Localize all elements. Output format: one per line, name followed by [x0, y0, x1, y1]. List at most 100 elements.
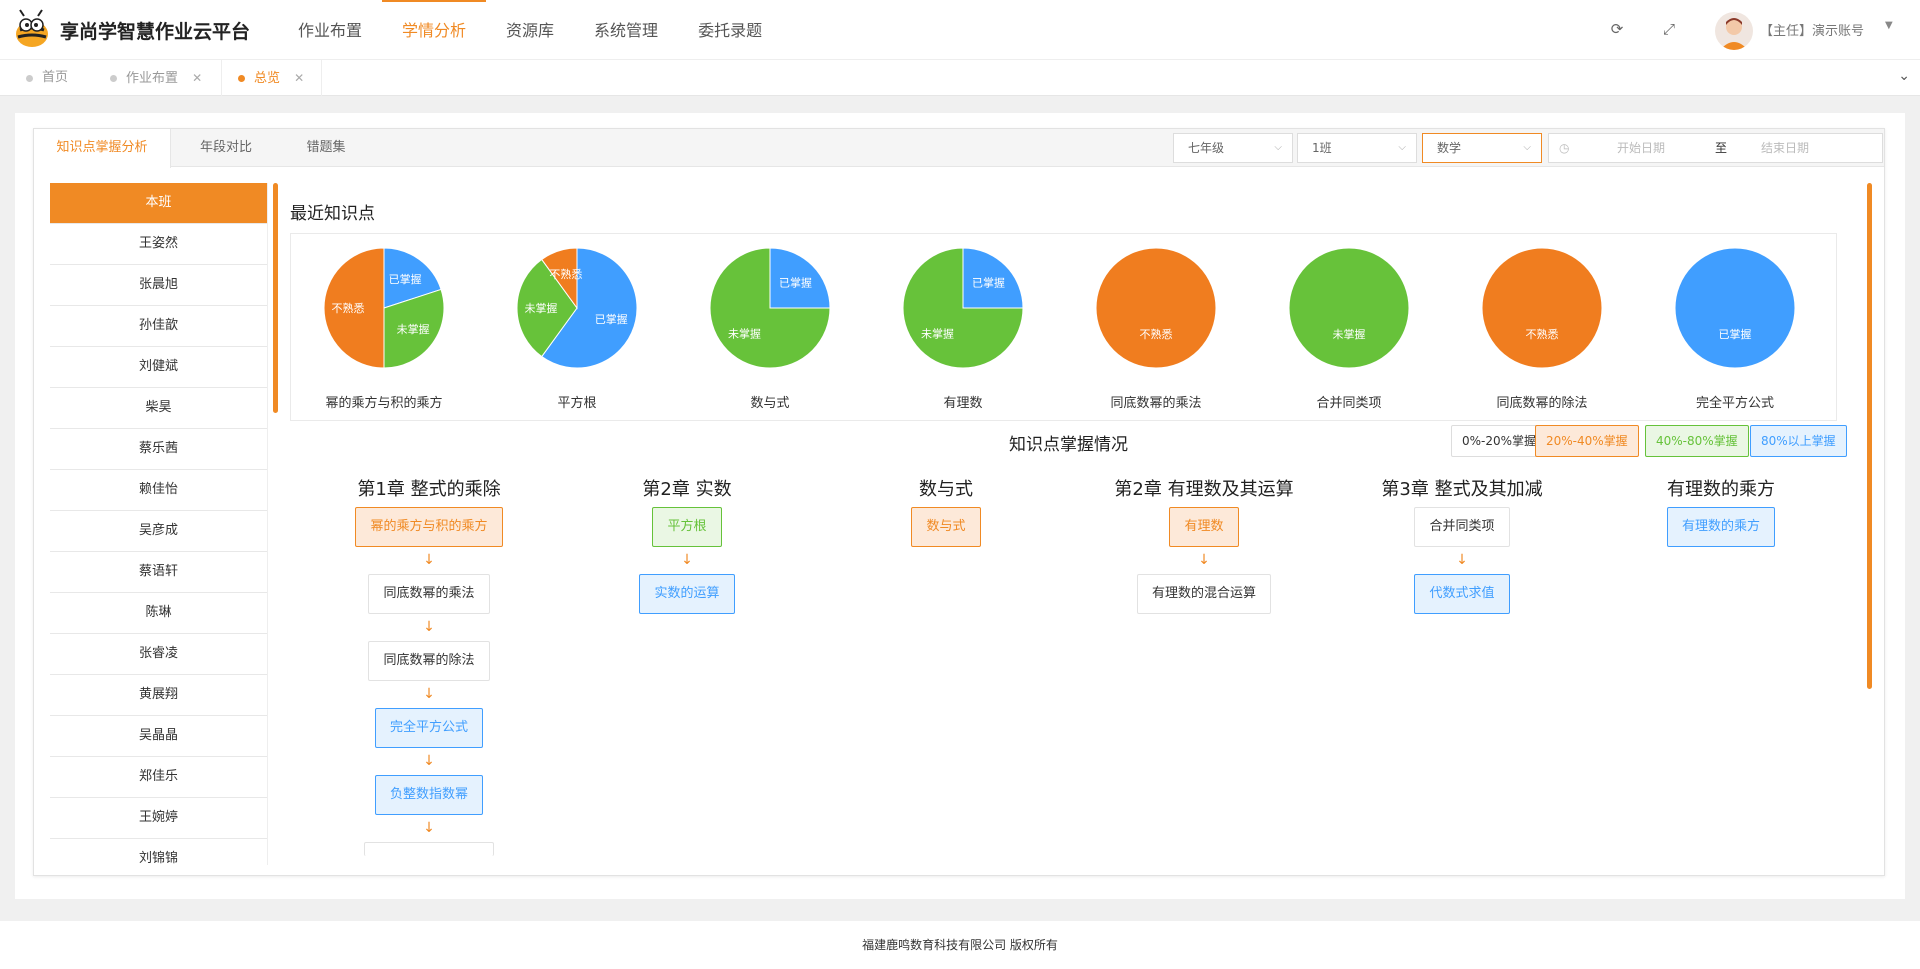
- student-item[interactable]: 蔡乐茜: [50, 429, 267, 470]
- knowledge-point[interactable]: 负整数指数幂: [374, 775, 483, 815]
- student-item[interactable]: 刘锦锦: [50, 839, 267, 865]
- knowledge-point[interactable]: 有理数: [1169, 507, 1239, 547]
- student-item[interactable]: 张晨旭: [50, 265, 267, 306]
- pie-svg: 不熟悉: [1096, 248, 1216, 368]
- knowledge-point[interactable]: 合并同类项: [1414, 507, 1510, 547]
- knowledge-point[interactable]: 同底数幂的乘法: [368, 574, 490, 614]
- subject-select-value: 数学: [1437, 141, 1462, 155]
- knowledge-point[interactable]: 实数的运算: [639, 574, 735, 614]
- student-list-scrollbar[interactable]: [273, 183, 278, 413]
- pie-caption: 合并同类项: [1316, 396, 1382, 411]
- student-item[interactable]: 郑佳乐: [50, 757, 267, 798]
- student-item[interactable]: 黄展翔: [50, 675, 267, 716]
- arrow-down-icon: ↓: [423, 686, 435, 702]
- pie-slice-label: 未掌握: [525, 301, 558, 315]
- class-select[interactable]: 1班 ⌵: [1297, 133, 1417, 163]
- student-item[interactable]: 吴彦成: [50, 511, 267, 552]
- student-item[interactable]: 柴昊: [50, 388, 267, 429]
- knowledge-point[interactable]: 数与式: [911, 507, 981, 547]
- grade-select[interactable]: 七年级 ⌵: [1173, 133, 1293, 163]
- pie-svg: 未掌握: [1289, 248, 1409, 368]
- pie-caption: 平方根: [557, 396, 597, 411]
- knowledge-point[interactable]: 幂的乘方与积的乘方: [355, 507, 503, 547]
- chapter-title: 第2章 实数: [642, 479, 732, 500]
- student-item[interactable]: 陈琳: [50, 593, 267, 634]
- tab-knowledge-analysis[interactable]: 知识点掌握分析: [34, 129, 171, 168]
- pie-slice-unfamiliar: [1482, 248, 1602, 368]
- student-list: 本班 王姿然 张晨旭 孙佳歆 刘健斌 柴昊 蔡乐茜 赖佳怡 吴彦成 蔡语轩 陈琳 张睿凌 黄展翔 吴晶晶郑…: [50, 183, 268, 865]
- refresh-icon[interactable]: ⟳: [1608, 20, 1626, 38]
- student-item[interactable]: 王婉婷: [50, 798, 267, 839]
- content-background: 知识点掌握分析 年段对比 错题集 七年级 ⌵ 1班 ⌵ 数学 ⌵ ◷ 开始日期: [0, 96, 1920, 921]
- content-panel: 知识点掌握分析 年段对比 错题集 七年级 ⌵ 1班 ⌵ 数学 ⌵ ◷ 开始日期: [15, 113, 1905, 899]
- subject-select[interactable]: 数学 ⌵: [1422, 133, 1542, 163]
- topnav-item-1[interactable]: 学情分析: [382, 0, 487, 60]
- pie-chart: 已掌握 完全平方公式: [1650, 244, 1820, 414]
- chevron-down-icon: ⌵: [1523, 142, 1531, 153]
- avatar[interactable]: [1715, 12, 1753, 50]
- tab-grade-compare[interactable]: 年段对比: [171, 129, 281, 167]
- pie-caption: 同底数幂的乘法: [1110, 396, 1202, 411]
- mastery-title: 知识点掌握情况: [1009, 435, 1128, 455]
- legend-item: 0%-20%掌握: [1451, 425, 1548, 457]
- tab-overview[interactable]: 总览 ✕: [226, 60, 322, 96]
- start-date-input[interactable]: 开始日期: [1617, 134, 1665, 162]
- chapter-column: 有理数的乘方 有理数的乘方: [1591, 475, 1851, 547]
- date-range-picker[interactable]: ◷ 开始日期 至 结束日期: [1548, 133, 1883, 163]
- tab-dot-icon: [238, 75, 245, 82]
- tab-dot-icon: [110, 75, 117, 82]
- tab-assignment[interactable]: 作业布置 ✕: [98, 60, 222, 96]
- chevron-down-icon[interactable]: ⌄: [1898, 68, 1910, 84]
- pie-chart: 不熟悉 同底数幂的除法: [1457, 244, 1627, 414]
- knowledge-point[interactable]: 完全平方公式: [374, 708, 483, 748]
- top-header: 享尚学智慧作业云平台 作业布置 学情分析 资源库 系统管理 委托录题 ⟳ ⤢ 【主任】演…: [0, 0, 1920, 60]
- topnav-item-2[interactable]: 资源库: [486, 0, 574, 60]
- knowledge-point[interactable]: [364, 842, 494, 856]
- user-name[interactable]: 【主任】演示账号: [1760, 20, 1864, 39]
- student-item[interactable]: 王姿然: [50, 224, 267, 265]
- knowledge-point[interactable]: 有理数的乘方: [1666, 507, 1775, 547]
- topnav-item-0[interactable]: 作业布置: [278, 0, 382, 60]
- pie-caption: 完全平方公式: [1695, 396, 1774, 411]
- close-icon[interactable]: ✕: [294, 71, 304, 85]
- student-item[interactable]: 蔡语轩: [50, 552, 267, 593]
- student-item-class[interactable]: 本班: [50, 183, 267, 224]
- pie-slice-unfamiliar: [1096, 248, 1216, 368]
- analysis-tabs: 知识点掌握分析 年段对比 错题集 七年级 ⌵ 1班 ⌵ 数学 ⌵ ◷ 开始日期: [34, 129, 1884, 168]
- arrow-down-icon: ↓: [423, 552, 435, 568]
- grade-select-value: 七年级: [1188, 141, 1225, 155]
- end-date-input[interactable]: 结束日期: [1761, 134, 1809, 162]
- main-scrollbar[interactable]: [1867, 183, 1872, 689]
- topnav-item-4[interactable]: 委托录题: [678, 0, 782, 60]
- pie-slice-label: 未掌握: [397, 322, 430, 336]
- pie-chart: 已掌握 未掌握 数与式: [685, 244, 855, 414]
- chapter-column: 第2章 实数 平方根 ↓ 实数的运算: [557, 475, 817, 614]
- student-item[interactable]: 孙佳歆: [50, 306, 267, 347]
- knowledge-point[interactable]: 代数式求值: [1414, 574, 1510, 614]
- student-item[interactable]: 吴晶晶: [50, 716, 267, 757]
- chapter-title: 第1章 整式的乘除: [357, 479, 501, 500]
- chapter-column: 第2章 有理数及其运算 有理数 ↓ 有理数的混合运算: [1074, 475, 1334, 614]
- student-item[interactable]: 张睿凌: [50, 634, 267, 675]
- tab-label: 首页: [42, 70, 69, 85]
- student-item[interactable]: 赖佳怡: [50, 470, 267, 511]
- clock-icon: ◷: [1559, 141, 1570, 155]
- knowledge-point[interactable]: 平方根: [652, 507, 722, 547]
- pie-chart: 已掌握 未掌握 不熟悉平方根: [492, 244, 662, 414]
- page-tab-bar: 首页 作业布置 ✕ 总览 ✕ ⌄: [0, 60, 1920, 96]
- pie-slice-label: 未掌握: [1333, 327, 1366, 341]
- chevron-down-icon[interactable]: ▼: [1885, 20, 1893, 31]
- knowledge-point[interactable]: 同底数幂的除法: [368, 641, 490, 681]
- student-item[interactable]: 刘健斌: [50, 347, 267, 388]
- close-icon[interactable]: ✕: [192, 71, 202, 85]
- tab-wrong-questions[interactable]: 错题集: [281, 129, 371, 167]
- pie-svg: 已掌握 未掌握 不熟悉: [517, 248, 637, 368]
- brand-title: 享尚学智慧作业云平台: [60, 21, 251, 43]
- fullscreen-icon[interactable]: ⤢: [1660, 20, 1678, 38]
- chapter-column: 第3章 整式及其加减 合并同类项 ↓ 代数式求值: [1332, 475, 1592, 614]
- knowledge-point[interactable]: 有理数的混合运算: [1136, 574, 1271, 614]
- tab-label: 作业布置: [126, 71, 179, 86]
- topnav-item-3[interactable]: 系统管理: [574, 0, 678, 60]
- pie-slice-label: 不熟悉: [332, 301, 365, 315]
- tab-home[interactable]: 首页: [14, 60, 94, 96]
